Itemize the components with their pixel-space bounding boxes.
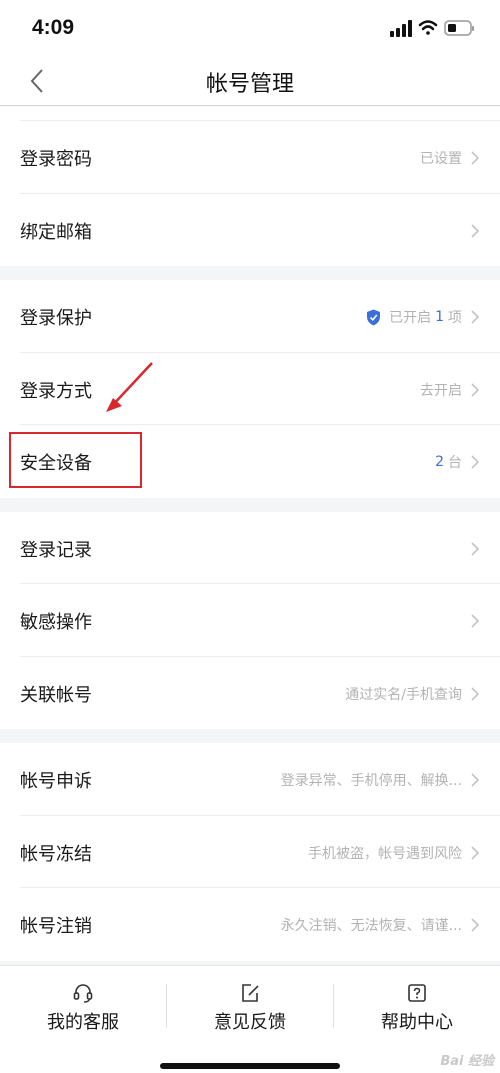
row-account-appeal[interactable]: 帐号申诉 登录异常、手机停用、解换... — [20, 743, 500, 816]
tab-customer-service[interactable]: 我的客服 — [0, 966, 166, 1048]
row-bind-email[interactable]: 绑定邮箱 — [20, 194, 500, 267]
settings-group-records: 登录记录 敏感操作 关联帐号 通过实名/手机查询 — [0, 511, 500, 730]
top-strip — [20, 107, 500, 121]
row-value: 登录异常、手机停用、解换... — [281, 769, 480, 791]
row-value — [462, 538, 480, 560]
row-label: 安全设备 — [20, 453, 92, 474]
chevron-right-icon — [471, 541, 480, 556]
row-value: 2 台 — [431, 451, 480, 473]
chevron-right-icon — [471, 918, 480, 932]
battery-icon — [444, 20, 474, 36]
row-login-method[interactable]: 登录方式 去开启 — [20, 353, 500, 425]
chevron-right-icon — [471, 773, 480, 787]
signal-icon — [390, 20, 412, 37]
row-value: 去开启 — [420, 379, 480, 401]
annotation-arrow-icon — [106, 362, 153, 412]
chevron-right-icon — [471, 845, 480, 860]
row-value: 永久注销、无法恢复、请谨... — [281, 914, 480, 936]
chevron-right-icon — [471, 455, 480, 469]
tab-label: 意见反馈 — [214, 1012, 286, 1033]
row-login-password[interactable]: 登录密码 已设置 — [20, 121, 500, 194]
row-label: 敏感操作 — [20, 612, 92, 633]
row-label: 登录记录 — [20, 539, 92, 561]
status-icons — [390, 20, 474, 37]
chevron-right-icon — [471, 382, 480, 397]
settings-group-account: 帐号申诉 登录异常、手机停用、解换... 帐号冻结 手机被盗，帐号遇到风险 帐号… — [0, 743, 500, 961]
home-indicator — [160, 1063, 340, 1069]
settings-group-security: 登录保护 已开启 1 项 登录方式 去开启 安全设备 2 台 — [0, 280, 500, 498]
headset-icon — [73, 984, 93, 1003]
settings-group-password: 登录密码 已设置 绑定邮箱 — [0, 107, 500, 266]
row-value: 已设置 — [420, 147, 480, 169]
row-value: 手机被盗，帐号遇到风险 — [308, 842, 480, 864]
row-value: 通过实名/手机查询 — [345, 683, 480, 705]
row-account-freeze[interactable]: 帐号冻结 手机被盗，帐号遇到风险 — [20, 816, 500, 888]
row-sensitive-ops[interactable]: 敏感操作 — [20, 584, 500, 657]
row-label: 关联帐号 — [20, 684, 92, 706]
status-time: 4:09 — [32, 16, 75, 39]
watermark: Bai 经验 — [440, 1054, 494, 1069]
group-gap — [0, 729, 500, 743]
tab-help-center[interactable]: 帮助中心 — [334, 966, 500, 1048]
row-login-protection[interactable]: 登录保护 已开启 1 项 — [20, 280, 500, 353]
row-value — [462, 610, 480, 632]
row-label: 帐号申诉 — [20, 771, 92, 792]
status-bar: 4:09 — [0, 0, 500, 56]
chevron-right-icon — [471, 310, 480, 324]
tab-label: 我的客服 — [47, 1012, 119, 1033]
bottom-tab-bar: 我的客服 意见反馈 帮助中心 — [0, 965, 500, 1073]
settings-list: 登录密码 已设置 绑定邮箱 登录保护 已开启 1 项 登录方式 去开启 安全设备… — [0, 107, 500, 961]
page-title: 帐号管理 — [205, 72, 294, 97]
chevron-right-icon — [471, 614, 480, 628]
row-security-devices[interactable]: 安全设备 2 台 — [20, 425, 500, 498]
help-icon — [408, 984, 426, 1002]
row-linked-accounts[interactable]: 关联帐号 通过实名/手机查询 — [20, 657, 500, 730]
chevron-right-icon — [471, 223, 480, 238]
row-login-records[interactable]: 登录记录 — [20, 512, 500, 584]
nav-bar: 帐号管理 — [0, 56, 500, 106]
row-value: 已开启 1 项 — [366, 306, 480, 328]
row-value — [462, 220, 480, 242]
edit-icon — [242, 984, 259, 1002]
chevron-right-icon — [471, 686, 480, 701]
row-label: 登录密码 — [20, 149, 92, 170]
wifi-icon — [418, 20, 438, 35]
row-label: 登录保护 — [20, 308, 92, 329]
row-label: 帐号注销 — [20, 916, 92, 937]
row-label: 帐号冻结 — [20, 843, 92, 865]
tab-feedback[interactable]: 意见反馈 — [167, 966, 333, 1048]
row-account-cancel[interactable]: 帐号注销 永久注销、无法恢复、请谨... — [20, 888, 500, 961]
tab-label: 帮助中心 — [381, 1012, 453, 1033]
group-gap — [0, 266, 500, 280]
chevron-right-icon — [471, 151, 480, 165]
row-label: 登录方式 — [20, 380, 92, 402]
shield-check-icon — [367, 309, 381, 325]
row-label: 绑定邮箱 — [20, 221, 92, 243]
group-gap — [0, 497, 500, 512]
